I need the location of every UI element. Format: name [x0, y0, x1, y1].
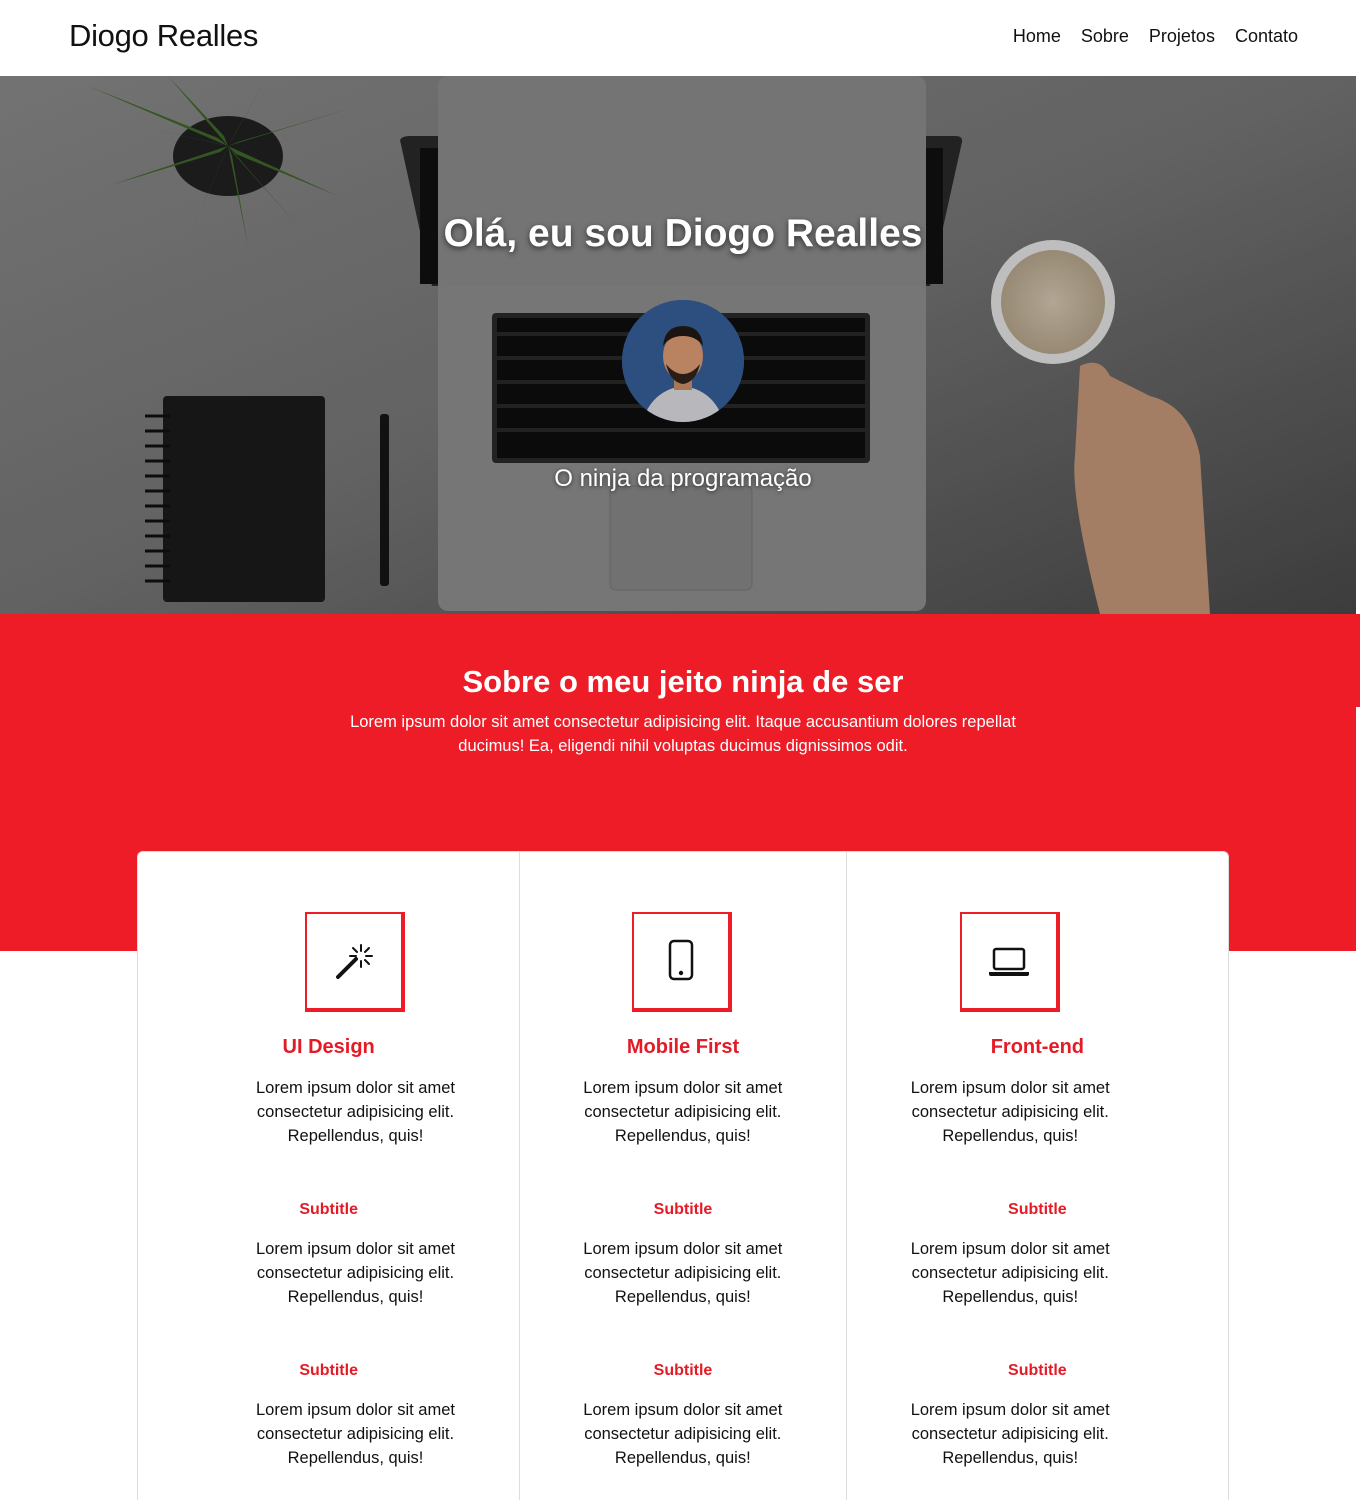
feature-subtitle: Subtitle — [653, 1362, 713, 1379]
feature-subtitle-text: Lorem ipsum dolor sit amet consectetur a… — [256, 1240, 455, 1306]
about-title: Sobre o meu jeito ninja de ser — [462, 664, 904, 699]
nav-projects-link[interactable]: Projetos — [1149, 26, 1215, 47]
feature-subtitle: Subtitle — [653, 1201, 713, 1218]
feature-subtitle-text: Lorem ipsum dolor sit amet consectetur a… — [583, 1401, 783, 1467]
main-nav: Home Sobre Projetos Contato — [1013, 26, 1298, 47]
feature-subtitle: Subtitle — [299, 1362, 358, 1379]
feature-subtitle-text: Lorem ipsum dolor sit amet consectetur a… — [583, 1240, 783, 1306]
feature-title: Mobile First — [626, 1036, 740, 1058]
hero-section: Olá, eu sou Diogo Realles O ninja da pro… — [0, 76, 1356, 614]
feature-title: Front-end — [990, 1036, 1084, 1058]
site-brand[interactable]: Diogo Realles — [69, 18, 258, 54]
hero-subtitle: O ninja da programação — [554, 465, 812, 492]
hero-title: Olá, eu sou Diogo Realles — [443, 212, 923, 255]
feature-column-mobile-first: Mobile First Lorem ipsum dolor sit amet … — [519, 852, 845, 1500]
profile-photo-image — [622, 300, 744, 422]
feature-subtitle-text: Lorem ipsum dolor sit amet consectetur a… — [910, 1240, 1110, 1306]
feature-subtitle-text: Lorem ipsum dolor sit amet consectetur a… — [910, 1401, 1110, 1467]
avatar — [622, 300, 744, 422]
feature-subtitle: Subtitle — [1008, 1362, 1067, 1379]
about-text: Lorem ipsum dolor sit amet consectetur a… — [350, 713, 1016, 755]
nav-about-link[interactable]: Sobre — [1081, 26, 1129, 47]
feature-title: UI Design — [282, 1036, 375, 1058]
mobile-phone-icon — [669, 939, 694, 981]
feature-icon-box — [305, 912, 405, 1012]
feature-text: Lorem ipsum dolor sit amet consectetur a… — [910, 1079, 1110, 1145]
site-header: Diogo Realles Home Sobre Projetos Contat… — [0, 0, 1360, 76]
feature-text: Lorem ipsum dolor sit amet consectetur a… — [256, 1079, 455, 1145]
laptop-icon — [988, 947, 1029, 976]
feature-text: Lorem ipsum dolor sit amet consectetur a… — [583, 1079, 783, 1145]
feature-subtitle: Subtitle — [299, 1201, 358, 1218]
features-card: UI Design Lorem ipsum dolor sit amet con… — [137, 851, 1229, 1500]
feature-subtitle-text: Lorem ipsum dolor sit amet consectetur a… — [256, 1401, 455, 1467]
nav-contact-link[interactable]: Contato — [1235, 26, 1298, 47]
feature-icon-box — [959, 912, 1060, 1012]
magic-wand-icon — [336, 944, 373, 979]
feature-column-ui-design: UI Design Lorem ipsum dolor sit amet con… — [138, 852, 519, 1500]
feature-subtitle: Subtitle — [1008, 1201, 1067, 1218]
feature-column-front-end: Front-end Lorem ipsum dolor sit amet con… — [845, 852, 1228, 1500]
feature-icon-box — [632, 912, 733, 1012]
nav-home-link[interactable]: Home — [1013, 26, 1061, 47]
